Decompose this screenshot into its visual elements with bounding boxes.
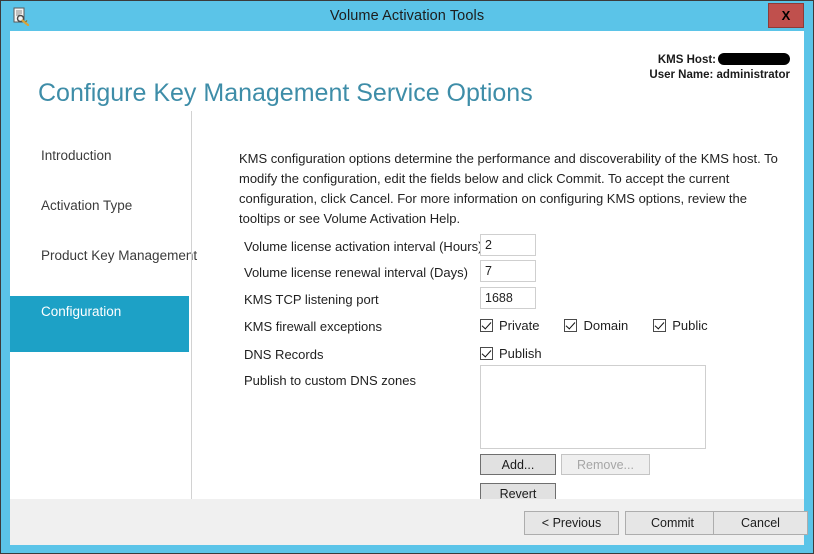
dns-records-group: Publish: [480, 346, 542, 361]
label-tcp-port: KMS TCP listening port: [244, 292, 379, 307]
cancel-button[interactable]: Cancel: [713, 511, 808, 535]
firewall-exceptions-group: Private Domain Public: [480, 318, 708, 333]
sidebar-divider: [191, 111, 192, 499]
window-title: Volume Activation Tools: [1, 1, 813, 31]
client-area: Configure Key Management Service Options…: [10, 31, 804, 545]
commit-button[interactable]: Commit: [625, 511, 720, 535]
checkbox-public-box: [653, 319, 666, 332]
intro-text: KMS configuration options determine the …: [239, 149, 787, 229]
checkbox-private[interactable]: Private: [480, 318, 539, 333]
custom-dns-zones-list[interactable]: [480, 365, 706, 449]
kms-host-redaction: [718, 53, 790, 65]
sidebar-item-product-key-management[interactable]: Product Key Management: [10, 239, 189, 273]
checkbox-public[interactable]: Public: [653, 318, 707, 333]
sidebar: Introduction Activation Type Product Key…: [10, 111, 191, 499]
checkbox-private-label: Private: [499, 318, 539, 333]
label-dns-records: DNS Records: [244, 347, 323, 362]
checkbox-domain-box: [564, 319, 577, 332]
application-window: Volume Activation Tools X Configure Key …: [0, 0, 814, 554]
label-renewal-interval: Volume license renewal interval (Days): [244, 265, 468, 280]
checkbox-publish-box: [480, 347, 493, 360]
label-activation-interval: Volume license activation interval (Hour…: [244, 239, 482, 254]
page-title: Configure Key Management Service Options: [38, 79, 533, 108]
checkbox-domain-label: Domain: [583, 318, 628, 333]
host-info: KMS Host: User Name: administrator: [649, 53, 790, 83]
checkbox-publish-label: Publish: [499, 346, 542, 361]
tcp-port-input[interactable]: [480, 287, 536, 309]
close-icon[interactable]: X: [768, 3, 804, 28]
sidebar-item-introduction[interactable]: Introduction: [10, 139, 189, 173]
label-custom-dns-zones: Publish to custom DNS zones: [244, 373, 416, 388]
title-bar: Volume Activation Tools X: [1, 1, 813, 31]
add-button[interactable]: Add...: [480, 454, 556, 475]
renewal-interval-input[interactable]: [480, 260, 536, 282]
footer-bar: < Previous Commit Cancel: [10, 499, 804, 545]
remove-button: Remove...: [561, 454, 650, 475]
user-name-row: User Name: administrator: [649, 68, 790, 83]
checkbox-public-label: Public: [672, 318, 707, 333]
previous-button[interactable]: < Previous: [524, 511, 619, 535]
checkbox-private-box: [480, 319, 493, 332]
sidebar-item-activation-type[interactable]: Activation Type: [10, 189, 189, 223]
checkbox-domain[interactable]: Domain: [564, 318, 628, 333]
sidebar-item-configuration[interactable]: Configuration: [10, 296, 189, 352]
checkbox-publish[interactable]: Publish: [480, 346, 542, 361]
label-firewall-exceptions: KMS firewall exceptions: [244, 319, 382, 334]
activation-interval-input[interactable]: [480, 234, 536, 256]
kms-host-row: KMS Host:: [649, 53, 790, 68]
kms-host-label: KMS Host:: [658, 54, 716, 66]
